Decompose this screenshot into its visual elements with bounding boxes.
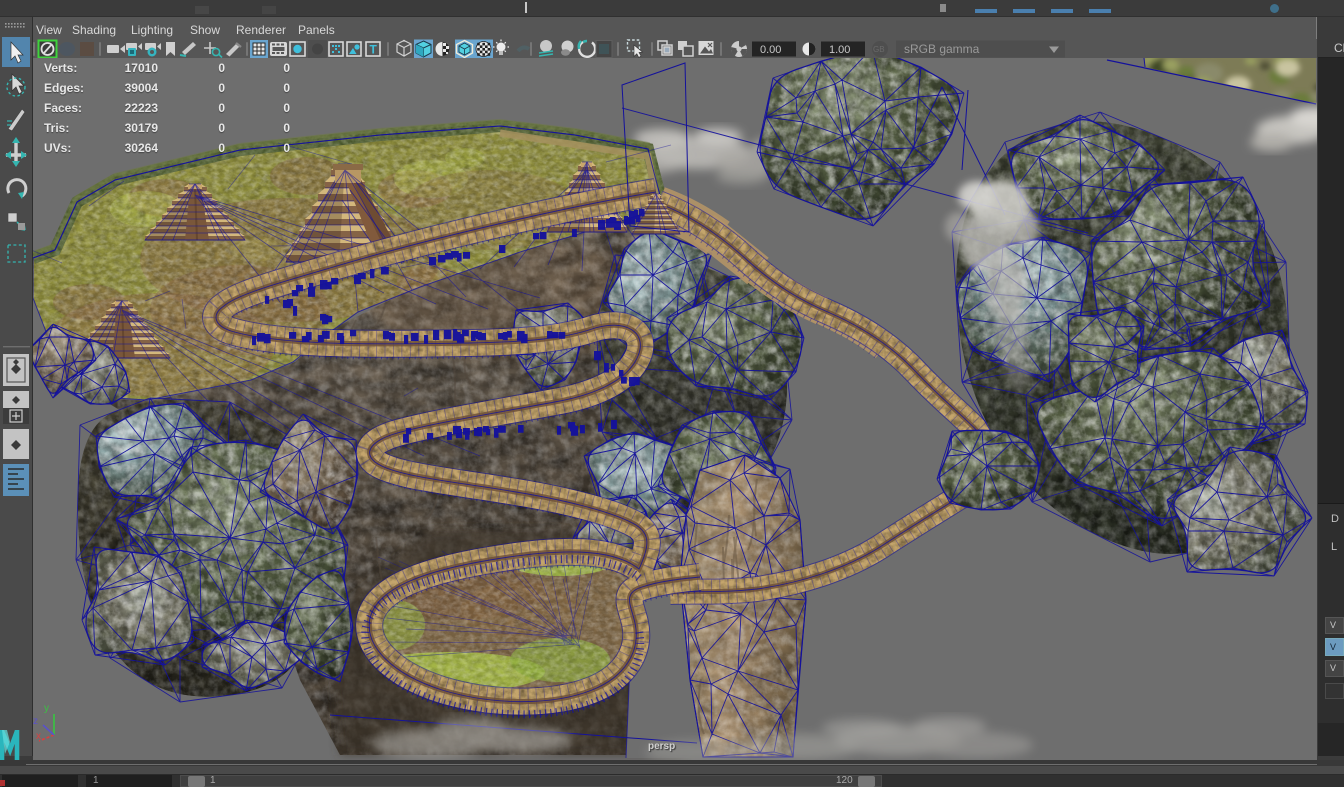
svg-text:z: z bbox=[33, 716, 38, 727]
svg-text:y: y bbox=[44, 703, 49, 714]
svg-text:x: x bbox=[36, 731, 41, 742]
